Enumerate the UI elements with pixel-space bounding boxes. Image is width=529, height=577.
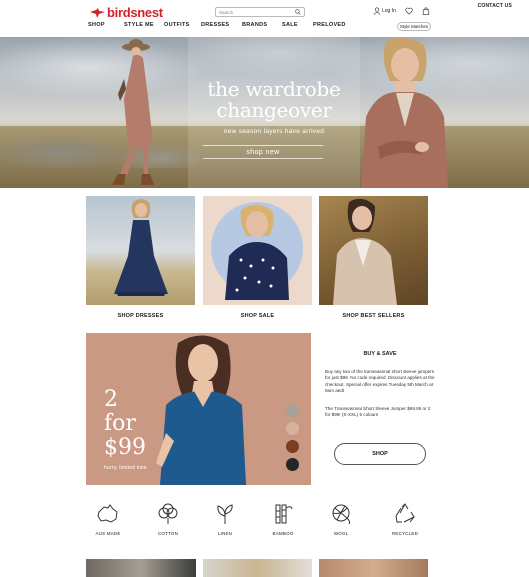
promo-banner[interactable]: 2 for $99 hurry, limited time bbox=[86, 333, 311, 485]
nav-item-shop[interactable]: SHOP bbox=[88, 22, 124, 28]
login-label: Log In bbox=[382, 8, 396, 14]
promo-note: hurry, limited time bbox=[104, 465, 147, 471]
search-placeholder: Search bbox=[219, 9, 234, 15]
australia-icon bbox=[97, 504, 118, 523]
hero-title-line2: changeover bbox=[216, 98, 332, 122]
promo-line-price: $99 bbox=[104, 435, 146, 460]
feature-linen[interactable]: LINEN bbox=[203, 502, 247, 536]
nav-item-outfits[interactable]: OUTFITS bbox=[164, 22, 201, 28]
color-swatch-grey[interactable] bbox=[286, 404, 299, 417]
dress-model-image bbox=[114, 199, 168, 296]
feature-label: LINEN bbox=[217, 531, 233, 536]
tile-label-dresses[interactable]: SHOP DRESSES bbox=[86, 313, 195, 319]
hero-model-right-image bbox=[361, 37, 448, 188]
nav-item-preloved[interactable]: PRELOVED bbox=[313, 22, 346, 28]
color-swatch-blush[interactable] bbox=[286, 422, 299, 435]
nav-item-dresses[interactable]: DRESSES bbox=[201, 22, 242, 28]
best-seller-model-image bbox=[333, 198, 397, 305]
nav-item-sale[interactable]: SALE bbox=[282, 22, 313, 28]
tile-label-best-sellers[interactable]: SHOP BEST SELLERS bbox=[319, 313, 428, 319]
tile-sale-image[interactable] bbox=[203, 196, 312, 305]
bamboo-icon bbox=[275, 504, 293, 524]
heart-icon[interactable] bbox=[405, 7, 413, 15]
bottom-product-image-1[interactable] bbox=[86, 559, 196, 577]
tile-label-sale[interactable]: SHOP SALE bbox=[203, 313, 312, 319]
tile-dresses-image[interactable] bbox=[86, 196, 195, 305]
linen-icon bbox=[217, 504, 233, 524]
recycle-icon bbox=[395, 503, 415, 523]
bottom-product-image-3[interactable] bbox=[319, 559, 428, 577]
tile-best-sellers-image[interactable] bbox=[319, 196, 428, 305]
brand-name: birdsnest bbox=[107, 5, 163, 20]
cotton-icon bbox=[158, 503, 178, 524]
buy-save-price-info: The Transeasonal Short Sleeve Jumper $69… bbox=[325, 406, 431, 418]
hero-model-left-image bbox=[112, 39, 154, 185]
hero-title-line1: the wardrobe bbox=[207, 77, 341, 101]
contact-us-link[interactable]: CONTACT US bbox=[478, 3, 512, 9]
hero-banner[interactable]: the wardrobe changeover new season layer… bbox=[0, 37, 529, 188]
shop-new-button[interactable]: shop new bbox=[203, 145, 323, 159]
bottom-product-image-2[interactable] bbox=[203, 559, 312, 577]
buy-save-title: BUY & SAVE bbox=[363, 351, 397, 357]
hero-subtitle: new season layers have arrived bbox=[223, 128, 325, 135]
nav-item-style-me[interactable]: STYLE ME bbox=[124, 22, 164, 28]
buy-save-description: Buy any two of the transeasonal short sl… bbox=[325, 369, 435, 394]
main-nav: SHOP STYLE ME OUTFITS DRESSES BRANDS SAL… bbox=[88, 22, 346, 28]
search-icon[interactable] bbox=[295, 9, 301, 15]
wool-icon bbox=[332, 504, 351, 525]
nav-item-brands[interactable]: BRANDS bbox=[242, 22, 282, 28]
promo-model-image bbox=[156, 335, 246, 485]
shop-button[interactable]: SHOP bbox=[334, 443, 426, 465]
feature-label: RECYCLED bbox=[391, 531, 419, 536]
login-link[interactable]: Log In bbox=[373, 7, 396, 15]
feature-bamboo[interactable]: BAMBOO bbox=[261, 502, 305, 536]
promo-line-for: for bbox=[104, 411, 136, 436]
bag-icon[interactable] bbox=[422, 7, 430, 15]
feature-label: BAMBOO bbox=[272, 531, 294, 536]
feature-label: WOOL bbox=[333, 531, 349, 536]
promo-line-2: 2 bbox=[104, 387, 118, 412]
sale-model-image bbox=[211, 202, 303, 300]
bird-logo-icon bbox=[90, 7, 105, 18]
feature-cotton[interactable]: COTTON bbox=[146, 502, 190, 536]
feature-label: AUS MADE bbox=[95, 531, 121, 536]
feature-wool[interactable]: WOOL bbox=[319, 502, 363, 536]
style-matches-button[interactable]: Style Matches bbox=[397, 22, 431, 31]
search-input[interactable]: Search bbox=[215, 7, 305, 17]
feature-aus-made[interactable]: AUS MADE bbox=[86, 502, 130, 536]
user-icon bbox=[373, 7, 381, 15]
brand-logo[interactable]: birdsnest bbox=[90, 5, 163, 20]
feature-recycled[interactable]: RECYCLED bbox=[383, 502, 427, 536]
color-swatch-rust[interactable] bbox=[286, 440, 299, 453]
color-swatch-black[interactable] bbox=[286, 458, 299, 471]
feature-label: COTTON bbox=[157, 531, 179, 536]
